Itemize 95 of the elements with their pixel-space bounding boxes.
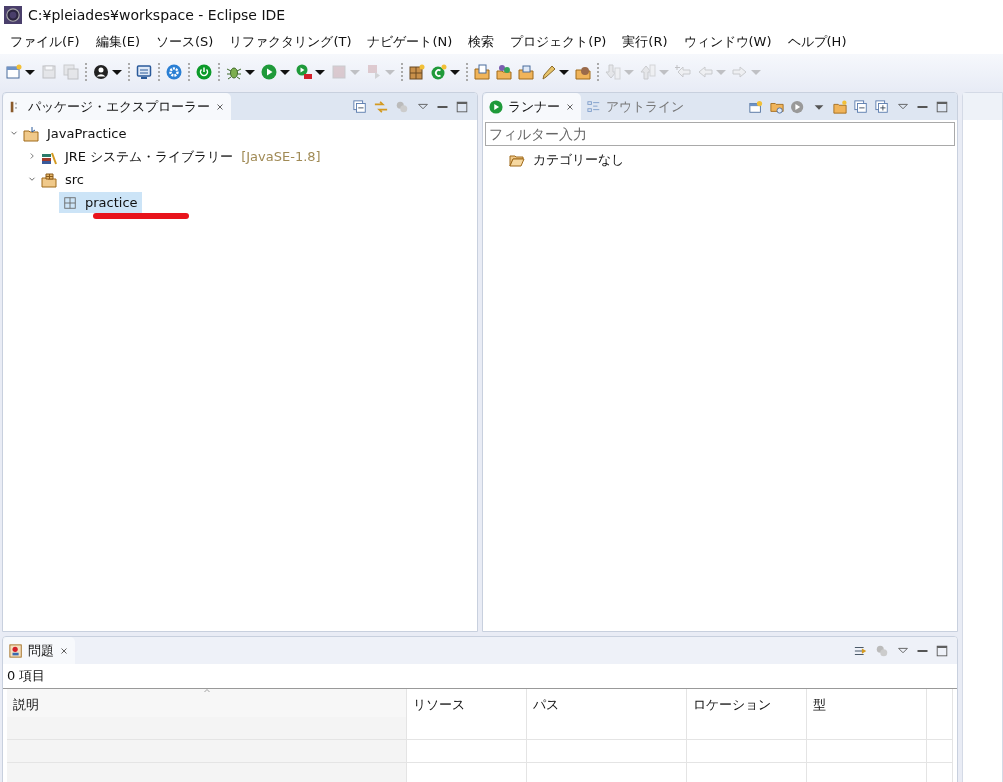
menu-item[interactable]: ファイル(F)	[2, 32, 88, 52]
class-new-icon	[431, 64, 447, 80]
folder-document-icon	[474, 64, 490, 80]
maximize-icon	[455, 99, 469, 114]
caret-icon	[450, 69, 460, 75]
menu-item[interactable]: 編集(E)	[87, 32, 148, 52]
caret-icon	[112, 69, 122, 75]
caret-icon	[559, 69, 569, 75]
disks-icon	[63, 64, 79, 80]
folder-new-icon	[833, 99, 847, 114]
tree-item[interactable]: カテゴリーなし	[529, 148, 628, 171]
item-count: 0 項目	[3, 664, 957, 689]
menu-item[interactable]: プロジェクト(P)	[502, 32, 615, 52]
tree-item-decoration: [JavaSE-1.8]	[241, 147, 321, 166]
column-header[interactable]: リソース	[407, 688, 527, 717]
menu-item[interactable]: ウィンドウ(W)	[675, 32, 780, 52]
monitor-icon	[136, 64, 152, 80]
app-logo-icon	[4, 6, 22, 24]
caret-icon	[315, 69, 325, 75]
menu-item[interactable]: ソース(S)	[148, 32, 222, 52]
table-cell	[927, 716, 953, 740]
toolbar-button[interactable]	[91, 62, 124, 82]
project-folder-icon	[23, 125, 39, 142]
person-icon	[93, 64, 109, 80]
arrow-down-icon	[605, 64, 621, 80]
menu-item[interactable]: リファクタリング(T)	[221, 32, 360, 52]
back-icon	[697, 64, 713, 80]
table-cell	[927, 739, 953, 763]
close-icon	[215, 101, 225, 112]
close-icon	[59, 645, 69, 656]
expand-all-icon	[875, 99, 889, 114]
folder-ball-icon	[575, 64, 591, 80]
tree-item[interactable]: JRE システム・ライブラリー	[61, 145, 238, 168]
outline-icon	[587, 99, 601, 114]
minimize-icon	[917, 649, 928, 652]
step-icon	[366, 64, 382, 80]
run-icon	[791, 99, 805, 114]
column-header[interactable]: パス	[527, 688, 687, 717]
close-icon	[565, 101, 575, 112]
toolbar-button[interactable]	[259, 62, 292, 82]
tree-item[interactable]: practice	[59, 191, 142, 214]
view-tab[interactable]: ランナー	[483, 93, 581, 120]
problems-icon	[9, 643, 23, 658]
caret-icon	[350, 69, 360, 75]
collapse-all-icon	[854, 99, 868, 114]
arrow-up-icon	[640, 64, 656, 80]
folder-dots-icon	[496, 64, 512, 80]
new-window-icon	[749, 99, 763, 114]
link-sync-icon	[374, 99, 388, 114]
column-header[interactable]: 説明	[7, 688, 407, 717]
play-icon	[489, 99, 503, 114]
tree-item[interactable]: JavaPractice	[43, 122, 131, 145]
toolbar-button[interactable]	[134, 62, 154, 82]
filter-field[interactable]: フィルター入力	[485, 122, 955, 146]
window-title: C:¥pleiades¥workspace - Eclipse IDE	[28, 5, 286, 25]
package-icon	[63, 195, 77, 210]
menu-item[interactable]: ナビゲート(N)	[359, 32, 461, 52]
pen-icon	[540, 64, 556, 80]
power-icon	[196, 64, 212, 80]
column-header[interactable]: ロケーション	[687, 688, 807, 717]
caret-icon	[25, 69, 35, 75]
forward-icon	[732, 64, 748, 80]
toolbar-button[interactable]	[294, 62, 327, 82]
source-folder-icon	[41, 171, 57, 188]
play-icon	[261, 64, 277, 80]
menu-item[interactable]: ヘルプ(H)	[779, 32, 855, 52]
minimize-icon	[437, 105, 448, 108]
view-tab[interactable]: アウトライン	[581, 93, 690, 120]
play-toolbox-icon	[296, 64, 312, 80]
minimize-icon	[917, 105, 928, 108]
stop-icon	[331, 64, 347, 80]
view-tab[interactable]: パッケージ・エクスプローラー	[3, 93, 231, 120]
column-header[interactable]: 型	[807, 688, 927, 717]
maximize-icon	[935, 643, 949, 658]
maximize-icon	[935, 99, 949, 114]
caret-icon	[659, 69, 669, 75]
menu-item[interactable]: 検索	[460, 32, 503, 52]
caret-icon	[716, 69, 726, 75]
view-tab[interactable]: 問題	[3, 637, 75, 664]
caret-icon	[245, 69, 255, 75]
arrow-left-icon	[675, 64, 691, 80]
collapse-all-icon	[353, 99, 367, 114]
package-new-icon	[409, 64, 425, 80]
folder-case-icon	[518, 64, 534, 80]
new-window-icon	[6, 64, 22, 80]
caret-icon	[385, 69, 395, 75]
bug-icon	[226, 64, 242, 80]
toolbar-button[interactable]	[4, 62, 37, 82]
toolbar-button[interactable]	[429, 62, 462, 82]
caret-icon	[280, 69, 290, 75]
caret-icon	[751, 69, 761, 75]
caret-icon	[624, 69, 634, 75]
menu-item[interactable]: 実行(R)	[614, 32, 676, 52]
tree-item[interactable]: src	[61, 168, 88, 191]
settings-icon	[166, 64, 182, 80]
